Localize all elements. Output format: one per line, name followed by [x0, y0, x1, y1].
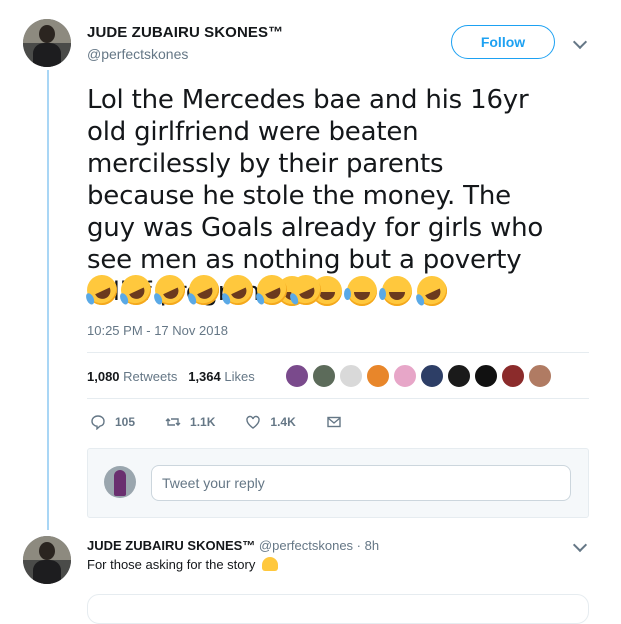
retweet-button[interactable]: 1.1K	[165, 414, 215, 430]
reply-author-avatar[interactable]	[23, 536, 71, 584]
like-count: 1.4K	[270, 415, 296, 429]
thread-line	[47, 70, 49, 530]
divider	[87, 352, 589, 353]
reply-text: For those asking for the story	[87, 557, 278, 572]
reply-author-handle[interactable]: @perfectskones · 8h	[259, 538, 379, 553]
likes-count[interactable]: 1,364	[188, 369, 221, 384]
author-handle[interactable]: @perfectskones	[87, 46, 188, 62]
liker-avatar[interactable]	[393, 364, 417, 388]
likes-label[interactable]: Likes	[224, 369, 254, 384]
liker-avatar[interactable]	[474, 364, 498, 388]
rofl-emoji-icon	[252, 270, 292, 310]
joy-emoji-icon	[344, 276, 378, 306]
user-avatar	[104, 466, 136, 498]
rofl-emoji-icon	[82, 270, 122, 310]
follow-button[interactable]: Follow	[451, 25, 555, 59]
tweet-text-body: Lol the Mercedes bae and his 16yr old gi…	[87, 85, 544, 307]
chevron-down-icon[interactable]	[572, 537, 588, 553]
emoji-row-2	[82, 270, 326, 310]
reply-text-body: For those asking for the story	[87, 557, 259, 572]
reply-author: JUDE ZUBAIRU SKONES™ @perfectskones · 8h	[87, 538, 379, 553]
liker-avatar[interactable]	[285, 364, 309, 388]
message-button[interactable]	[326, 414, 342, 430]
liker-avatar[interactable]	[447, 364, 471, 388]
retweets-label[interactable]: Retweets	[123, 369, 177, 384]
joy-emoji-icon	[379, 276, 413, 306]
rofl-emoji-icon	[150, 270, 190, 310]
divider	[87, 398, 589, 399]
embedded-card[interactable]	[87, 594, 589, 624]
envelope-icon	[327, 416, 341, 428]
author-avatar[interactable]	[23, 19, 71, 67]
liker-avatars	[285, 364, 552, 388]
heart-icon	[246, 415, 261, 429]
tweet-stats: 1,080 Retweets 1,364 Likes	[87, 369, 255, 384]
reply-icon	[91, 415, 105, 430]
tweet-timestamp[interactable]: 10:25 PM - 17 Nov 2018	[87, 323, 228, 338]
reply-input[interactable]: Tweet your reply	[151, 465, 571, 501]
rofl-emoji-icon	[184, 270, 224, 310]
rofl-emoji-icon	[286, 270, 326, 310]
reply-count: 105	[115, 415, 136, 429]
tweet-actions: 105 1.1K 1.4K	[90, 414, 372, 430]
chevron-down-icon[interactable]	[572, 34, 588, 50]
reply-author-name[interactable]: JUDE ZUBAIRU SKONES™	[87, 538, 255, 553]
reply-button[interactable]: 105	[90, 414, 135, 430]
liker-avatar[interactable]	[501, 364, 525, 388]
rofl-emoji-icon	[218, 270, 258, 310]
liker-avatar[interactable]	[339, 364, 363, 388]
folded-hands-emoji-icon	[261, 557, 278, 571]
rofl-emoji-icon	[116, 270, 156, 310]
rofl-emoji-icon	[412, 271, 453, 311]
author-name[interactable]: JUDE ZUBAIRU SKONES™	[87, 24, 283, 41]
liker-avatar[interactable]	[312, 364, 336, 388]
retweet-icon	[165, 418, 181, 426]
retweet-count: 1.1K	[190, 415, 216, 429]
liker-avatar[interactable]	[366, 364, 390, 388]
like-button[interactable]: 1.4K	[245, 414, 296, 430]
liker-avatar[interactable]	[528, 364, 552, 388]
liker-avatar[interactable]	[420, 364, 444, 388]
retweets-count[interactable]: 1,080	[87, 369, 120, 384]
